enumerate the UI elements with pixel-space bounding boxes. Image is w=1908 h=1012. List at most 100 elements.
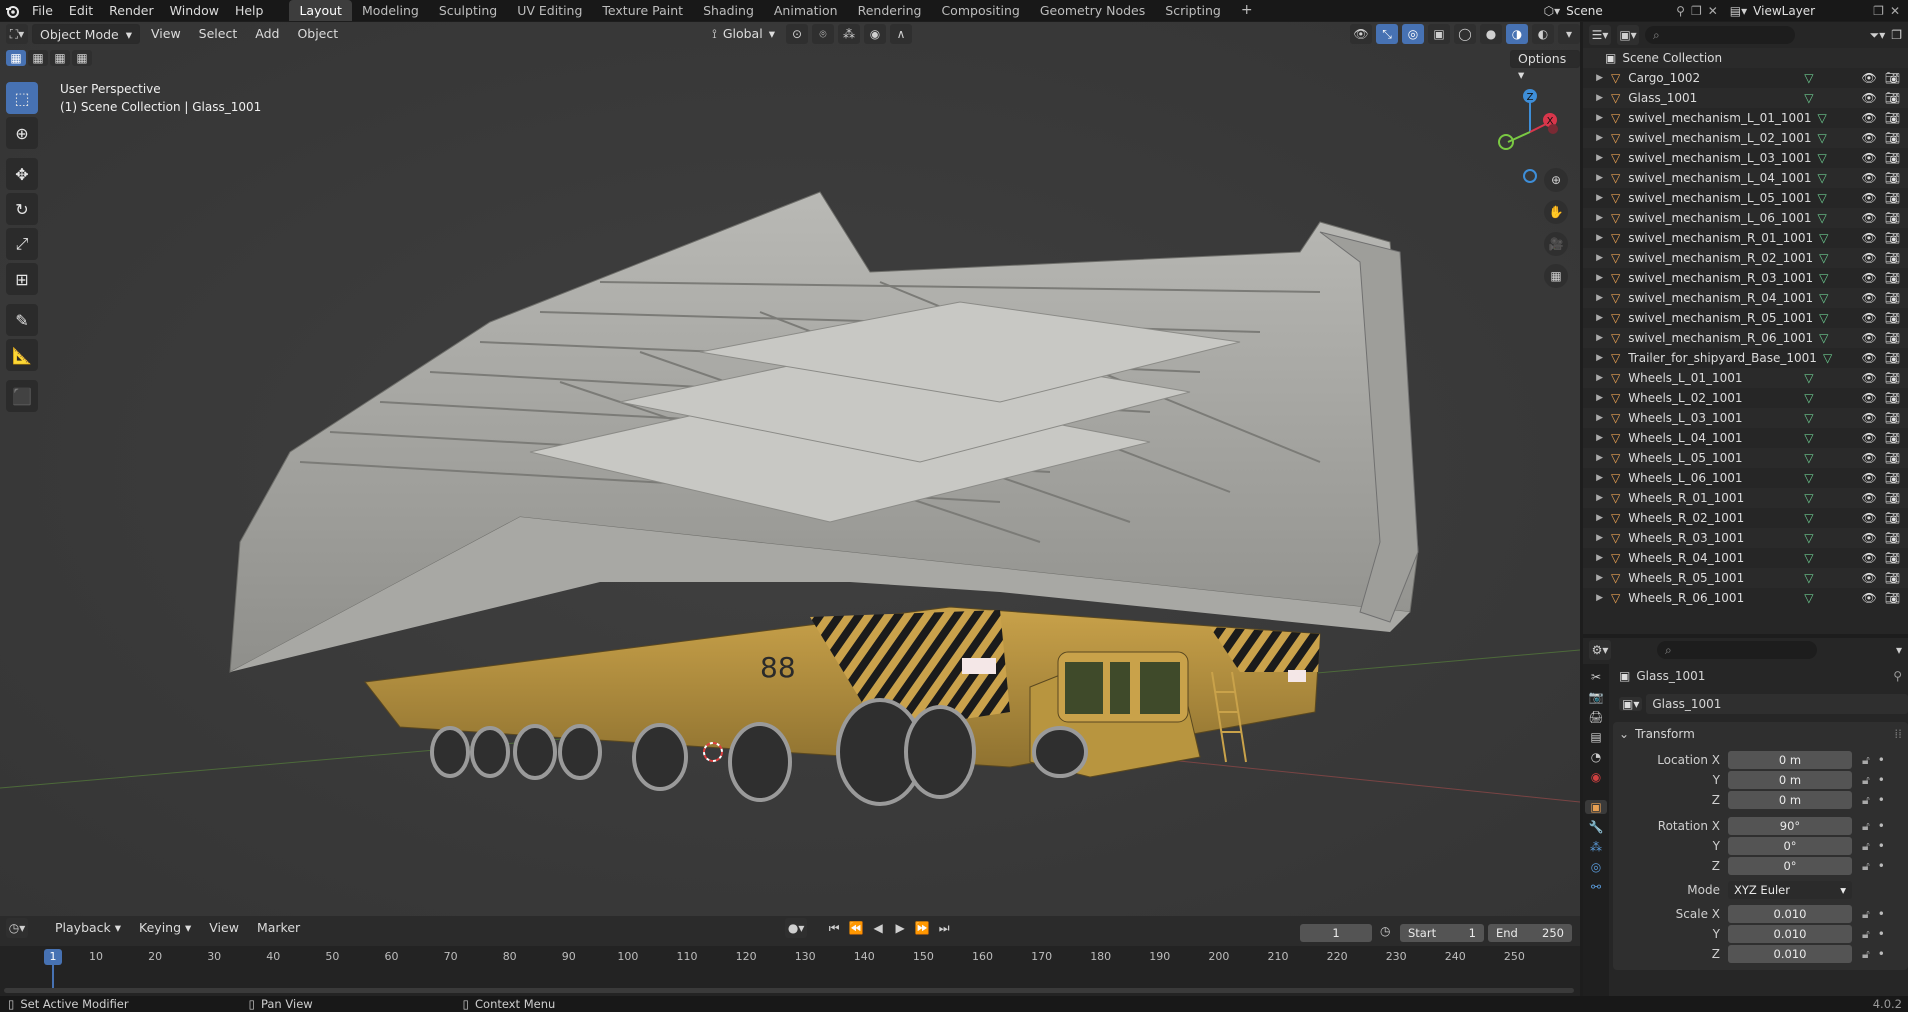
- expand-arrow-icon[interactable]: ▶: [1583, 353, 1611, 363]
- mesh-data-icon[interactable]: ▽: [1819, 331, 1828, 345]
- keyframe-dot-icon[interactable]: •: [1878, 839, 1885, 853]
- mesh-data-icon[interactable]: ▽: [1817, 151, 1826, 165]
- outliner-item[interactable]: ▶ ▽ Wheels_L_01_1001 ▽ 👁︎ 📷︎: [1583, 368, 1908, 388]
- camera-render-icon[interactable]: 📷︎: [1885, 231, 1900, 245]
- camera-render-icon[interactable]: 📷︎: [1885, 411, 1900, 425]
- jump-keyframe-back-icon[interactable]: ⏪: [847, 918, 865, 938]
- tab-modeling[interactable]: Modeling: [352, 0, 429, 21]
- timeline-editor-type-icon[interactable]: ◷▾: [6, 918, 28, 938]
- eye-icon[interactable]: 👁︎: [1862, 491, 1877, 505]
- mesh-data-icon[interactable]: ▽: [1804, 431, 1813, 445]
- playback-menu[interactable]: Playback ▾: [48, 918, 128, 938]
- outliner-item[interactable]: ▶ ▽ swivel_mechanism_L_01_1001 ▽ 👁︎ 📷︎: [1583, 108, 1908, 128]
- mesh-data-icon[interactable]: ▽: [1804, 531, 1813, 545]
- play-reverse-icon[interactable]: ◀: [869, 918, 887, 938]
- physics-tab-icon[interactable]: ◎: [1591, 860, 1601, 874]
- transform-orientation-dropdown[interactable]: ⟟ Global ▾: [705, 24, 782, 44]
- outliner-item[interactable]: ▶ ▽ Wheels_R_05_1001 ▽ 👁︎ 📷︎: [1583, 568, 1908, 588]
- outliner-item[interactable]: ▶ ▽ swivel_mechanism_L_03_1001 ▽ 👁︎ 📷︎: [1583, 148, 1908, 168]
- expand-arrow-icon[interactable]: ▶: [1583, 193, 1611, 203]
- camera-render-icon[interactable]: 📷︎: [1885, 471, 1900, 485]
- new-scene-icon[interactable]: ❐: [1691, 4, 1702, 18]
- expand-arrow-icon[interactable]: ▶: [1583, 433, 1611, 443]
- camera-render-icon[interactable]: 📷︎: [1885, 491, 1900, 505]
- lock-icon[interactable]: 🔓︎: [1862, 859, 1870, 874]
- location-y-field[interactable]: 0 m: [1728, 771, 1852, 789]
- eye-icon[interactable]: 👁︎: [1862, 511, 1877, 525]
- rotation-z-field[interactable]: 0°: [1728, 857, 1852, 875]
- eye-icon[interactable]: 👁︎: [1862, 411, 1877, 425]
- constraints-tab-icon[interactable]: ⚯: [1591, 880, 1601, 894]
- select-intersect-icon[interactable]: ▦: [72, 50, 92, 66]
- outliner-item[interactable]: ▶ ▽ Wheels_R_03_1001 ▽ 👁︎ 📷︎: [1583, 528, 1908, 548]
- mesh-data-icon[interactable]: ▽: [1819, 291, 1828, 305]
- tab-scripting[interactable]: Scripting: [1155, 0, 1231, 21]
- camera-render-icon[interactable]: 📷︎: [1885, 511, 1900, 525]
- expand-arrow-icon[interactable]: ▶: [1583, 313, 1611, 323]
- outliner-item[interactable]: ▶ ▽ swivel_mechanism_R_02_1001 ▽ 👁︎ 📷︎: [1583, 248, 1908, 268]
- mesh-data-icon[interactable]: ▽: [1804, 451, 1813, 465]
- drag-handle-icon[interactable]: ⁞⁞: [1894, 727, 1902, 741]
- outliner-item[interactable]: ▶ ▽ swivel_mechanism_R_04_1001 ▽ 👁︎ 📷︎: [1583, 288, 1908, 308]
- properties-editor-type-icon[interactable]: ⚙▾: [1589, 640, 1611, 660]
- outliner-item[interactable]: ▶ ▽ Trailer_for_shipyard_Base_1001 ▽ 👁︎ 📷︎: [1583, 348, 1908, 368]
- expand-arrow-icon[interactable]: ▶: [1583, 473, 1611, 483]
- camera-render-icon[interactable]: 📷︎: [1885, 331, 1900, 345]
- camera-render-icon[interactable]: 📷︎: [1885, 71, 1900, 85]
- lock-icon[interactable]: 🔓︎: [1862, 773, 1870, 788]
- eye-icon[interactable]: 👁︎: [1862, 311, 1877, 325]
- properties-options-icon[interactable]: ▾: [1896, 643, 1902, 657]
- outliner-item[interactable]: ▶ ▽ Wheels_R_06_1001 ▽ 👁︎ 📷︎: [1583, 588, 1908, 608]
- record-icon[interactable]: ●▾: [785, 918, 808, 938]
- particles-tab-icon[interactable]: ⁂: [1590, 840, 1602, 854]
- expand-arrow-icon[interactable]: ▶: [1583, 373, 1611, 383]
- eye-icon[interactable]: 👁︎: [1862, 451, 1877, 465]
- mesh-data-icon[interactable]: ▽: [1819, 231, 1828, 245]
- outliner-item[interactable]: ▶ ▽ swivel_mechanism_L_05_1001 ▽ 👁︎ 📷︎: [1583, 188, 1908, 208]
- expand-arrow-icon[interactable]: ▶: [1583, 553, 1611, 563]
- eye-icon[interactable]: 👁︎: [1862, 111, 1877, 125]
- camera-view-icon[interactable]: 🎥: [1544, 232, 1568, 256]
- outliner-editor-type-icon[interactable]: ☰▾: [1589, 25, 1611, 45]
- expand-arrow-icon[interactable]: ▶: [1583, 393, 1611, 403]
- lock-icon[interactable]: 🔓︎: [1862, 947, 1870, 962]
- expand-arrow-icon[interactable]: ▶: [1583, 233, 1611, 243]
- menu-help[interactable]: Help: [227, 0, 272, 21]
- tab-sculpting[interactable]: Sculpting: [429, 0, 507, 21]
- expand-arrow-icon[interactable]: ▶: [1583, 213, 1611, 223]
- camera-render-icon[interactable]: 📷︎: [1885, 431, 1900, 445]
- outliner-item[interactable]: ▶ ▽ swivel_mechanism_R_06_1001 ▽ 👁︎ 📷︎: [1583, 328, 1908, 348]
- outliner-item[interactable]: ▶ ▽ Wheels_L_04_1001 ▽ 👁︎ 📷︎: [1583, 428, 1908, 448]
- eye-icon[interactable]: 👁︎: [1862, 71, 1877, 85]
- select-box-icon[interactable]: ⬚: [6, 82, 38, 114]
- select-new-icon[interactable]: ▦: [6, 50, 26, 66]
- expand-arrow-icon[interactable]: ▶: [1583, 513, 1611, 523]
- expand-arrow-icon[interactable]: ▶: [1583, 293, 1611, 303]
- zoom-icon[interactable]: ⊕: [1544, 168, 1568, 192]
- mesh-data-icon[interactable]: ▽: [1819, 271, 1828, 285]
- location-z-field[interactable]: 0 m: [1728, 791, 1852, 809]
- current-frame-field[interactable]: 1: [1300, 924, 1372, 942]
- keyframe-dot-icon[interactable]: •: [1878, 753, 1885, 767]
- measure-tool-icon[interactable]: 📐: [6, 339, 38, 371]
- outliner-item[interactable]: ▶ ▽ swivel_mechanism_L_02_1001 ▽ 👁︎ 📷︎: [1583, 128, 1908, 148]
- expand-arrow-icon[interactable]: ▶: [1583, 533, 1611, 543]
- lock-icon[interactable]: 🔓︎: [1862, 753, 1870, 768]
- select-subtract-icon[interactable]: ▦: [50, 50, 70, 66]
- falloff-icon[interactable]: ∧: [889, 24, 912, 44]
- rotation-y-field[interactable]: 0°: [1728, 837, 1852, 855]
- expand-arrow-icon[interactable]: ▶: [1583, 253, 1611, 263]
- snap-target-icon[interactable]: ⁂: [837, 24, 860, 44]
- options-dropdown[interactable]: Options ▾: [1510, 50, 1580, 82]
- mode-selector[interactable]: Object Mode ▾: [32, 24, 140, 44]
- expand-arrow-icon[interactable]: ▶: [1583, 413, 1611, 423]
- lock-icon[interactable]: 🔓︎: [1862, 839, 1870, 854]
- menu-file[interactable]: File: [24, 0, 61, 21]
- scale-tool-icon[interactable]: ⤢: [6, 228, 38, 260]
- filter-icon[interactable]: ⏷▾: [1870, 28, 1886, 43]
- transform-tool-icon[interactable]: ⊞: [6, 263, 38, 295]
- datablock-name-field[interactable]: Glass_1001: [1646, 694, 1908, 714]
- eye-icon[interactable]: 👁︎: [1862, 211, 1877, 225]
- timeline-view-menu[interactable]: View: [202, 918, 246, 938]
- outliner-item[interactable]: ▶ ▽ Wheels_R_04_1001 ▽ 👁︎ 📷︎: [1583, 548, 1908, 568]
